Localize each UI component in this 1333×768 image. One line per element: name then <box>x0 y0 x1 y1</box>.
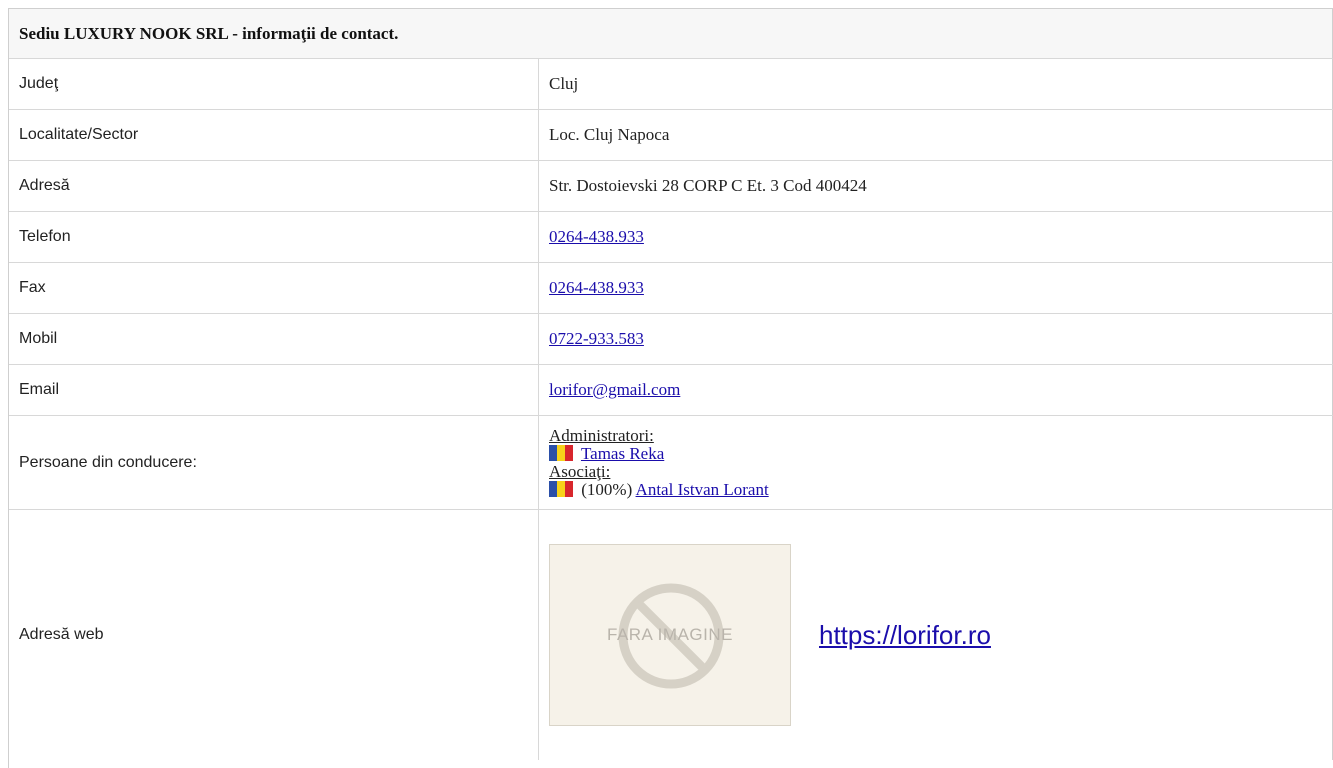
asociati-label: Asociaţi: <box>549 461 611 481</box>
row-mobil: Mobil 0722-933.583 <box>9 314 1333 365</box>
email-link[interactable]: lorifor@gmail.com <box>549 380 680 400</box>
asociat-share: (100%) <box>581 479 633 499</box>
administrator-link[interactable]: Tamas Reka <box>581 444 664 463</box>
label-mobil: Mobil <box>9 314 539 364</box>
row-localitate: Localitate/Sector Loc. Cluj Napoca <box>9 110 1333 161</box>
romania-flag-icon <box>549 480 573 497</box>
row-persoane: Persoane din conducere: Administratori: … <box>9 416 1333 510</box>
value-judet: Cluj <box>539 59 1333 109</box>
value-web-cell: FARA IMAGINE https://lorifor.ro <box>539 510 1333 760</box>
label-telefon: Telefon <box>9 212 539 262</box>
row-adresa: Adresă Str. Dostoievski 28 CORP C Et. 3 … <box>9 161 1333 212</box>
persons-list: Administratori: Tamas Reka Asociaţi: (10… <box>549 425 769 499</box>
label-judet: Judeţ <box>9 59 539 109</box>
romania-flag-icon <box>549 444 573 461</box>
mobil-link[interactable]: 0722-933.583 <box>549 329 644 349</box>
label-adresa: Adresă <box>9 161 539 211</box>
row-telefon: Telefon 0264-438.933 <box>9 212 1333 263</box>
label-email: Email <box>9 365 539 415</box>
fax-link[interactable]: 0264-438.933 <box>549 278 644 298</box>
table-header: Sediu LUXURY NOOK SRL - informaţii de co… <box>9 9 1333 59</box>
value-adresa: Str. Dostoievski 28 CORP C Et. 3 Cod 400… <box>539 161 1333 211</box>
no-image-placeholder: FARA IMAGINE <box>549 544 791 726</box>
value-fax-cell: 0264-438.933 <box>539 263 1333 313</box>
value-telefon-cell: 0264-438.933 <box>539 212 1333 262</box>
value-localitate: Loc. Cluj Napoca <box>539 110 1333 160</box>
row-fax: Fax 0264-438.933 <box>9 263 1333 314</box>
label-fax: Fax <box>9 263 539 313</box>
asociat-link[interactable]: Antal Istvan Lorant <box>636 480 769 499</box>
administrator-entry: Tamas Reka <box>549 444 769 463</box>
label-web: Adresă web <box>9 510 539 760</box>
website-link[interactable]: https://lorifor.ro <box>819 620 991 651</box>
label-persoane: Persoane din conducere: <box>9 416 539 509</box>
label-localitate: Localitate/Sector <box>9 110 539 160</box>
asociat-entry: (100%) Antal Istvan Lorant <box>549 479 769 499</box>
no-image-text: FARA IMAGINE <box>607 625 733 644</box>
company-contact-table: Sediu LUXURY NOOK SRL - informaţii de co… <box>8 8 1333 768</box>
table-title: Sediu LUXURY NOOK SRL - informaţii de co… <box>19 23 399 43</box>
administratori-label: Administratori: <box>549 425 654 445</box>
value-persoane-cell: Administratori: Tamas Reka Asociaţi: (10… <box>539 416 1333 509</box>
row-web: Adresă web FARA IMAGINE https://lorifor.… <box>9 510 1333 760</box>
web-content: FARA IMAGINE https://lorifor.ro <box>549 544 991 726</box>
value-email-cell: lorifor@gmail.com <box>539 365 1333 415</box>
row-email: Email lorifor@gmail.com <box>9 365 1333 416</box>
row-judet: Judeţ Cluj <box>9 59 1333 110</box>
telefon-link[interactable]: 0264-438.933 <box>549 227 644 247</box>
value-mobil-cell: 0722-933.583 <box>539 314 1333 364</box>
